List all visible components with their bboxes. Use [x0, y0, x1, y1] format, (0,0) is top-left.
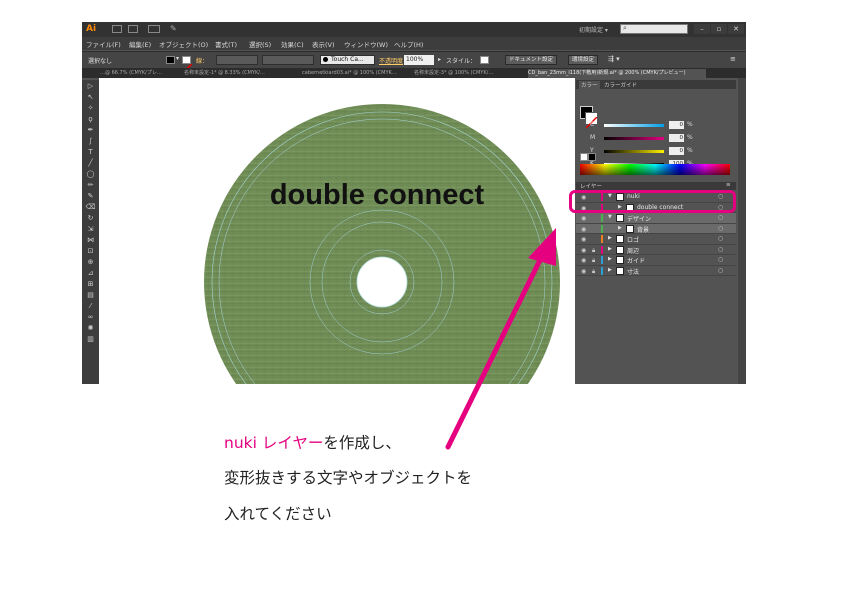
arrow-head-icon — [528, 228, 556, 266]
annotation-arrow-layer — [445, 228, 556, 450]
caption-line-3: 入れてください — [224, 505, 332, 523]
arrow-shaft — [445, 251, 546, 450]
caption-line-2: 変形抜きする文字やオブジェクトを — [224, 469, 473, 487]
caption-line-1: nuki レイヤーを作成し、 — [224, 431, 401, 453]
caption-line-1-rest: を作成し、 — [323, 434, 401, 452]
caption-nuki-layer: nuki レイヤー — [224, 434, 324, 452]
